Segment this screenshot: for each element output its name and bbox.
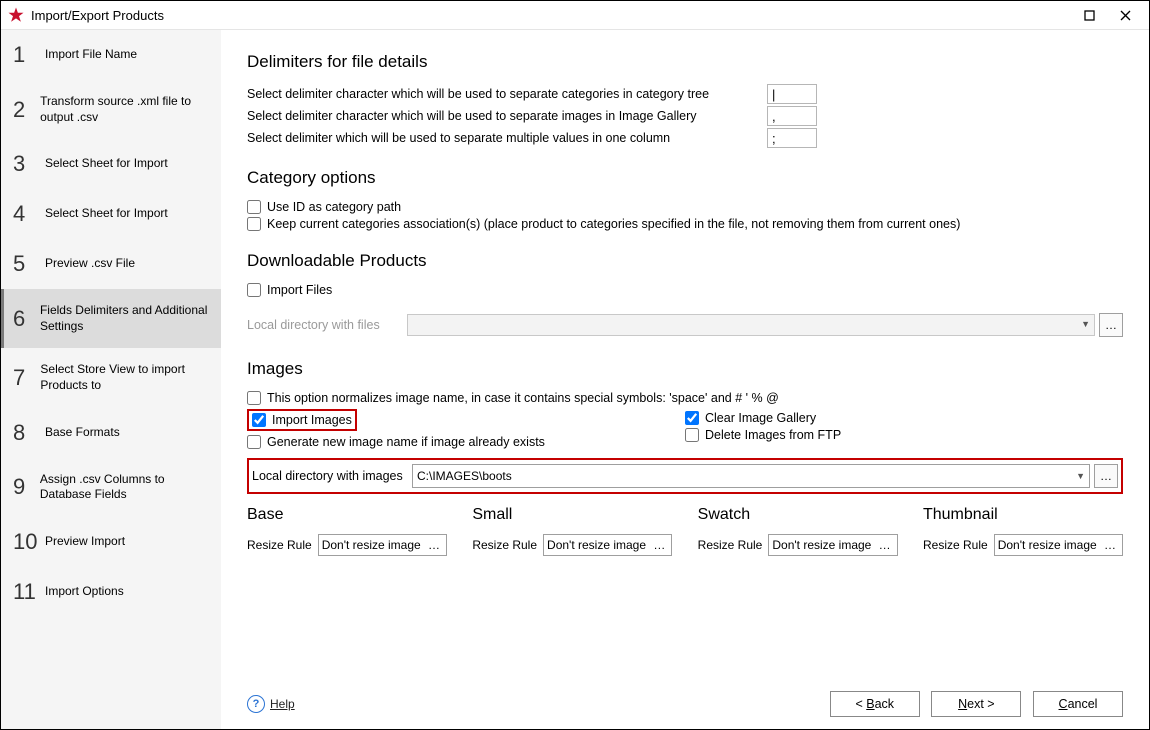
small-title: Small — [472, 506, 672, 524]
section-images-title: Images — [247, 359, 1123, 379]
normalize-checkbox[interactable] — [247, 391, 261, 405]
clear-gallery-label: Clear Image Gallery — [705, 411, 816, 425]
import-files-label: Import Files — [267, 283, 332, 297]
delim-category-input[interactable] — [767, 84, 817, 104]
title-bar: Import/Export Products — [1, 1, 1149, 30]
step-7[interactable]: 7Select Store View to import Products to — [1, 348, 221, 407]
step-3[interactable]: 3Select Sheet for Import — [1, 139, 221, 189]
swatch-resize-combo[interactable]: Don't resize image… — [768, 534, 897, 556]
delete-ftp-checkbox[interactable] — [685, 428, 699, 442]
app-icon — [7, 6, 25, 24]
help-icon: ? — [247, 695, 265, 713]
image-type-base: Base Resize Rule Don't resize image… — [247, 500, 447, 556]
wizard-steps: 1Import File Name 2Transform source .xml… — [1, 30, 221, 729]
cancel-button[interactable]: Cancel — [1033, 691, 1123, 717]
section-download-title: Downloadable Products — [247, 251, 1123, 271]
swatch-title: Swatch — [698, 506, 898, 524]
step-5[interactable]: 5Preview .csv File — [1, 239, 221, 289]
local-files-browse-button[interactable]: … — [1099, 313, 1123, 337]
image-type-small: Small Resize Rule Don't resize image… — [472, 500, 672, 556]
thumbnail-title: Thumbnail — [923, 506, 1123, 524]
step-1[interactable]: 1Import File Name — [1, 30, 221, 80]
local-images-label: Local directory with images — [252, 469, 412, 483]
thumbnail-resize-combo[interactable]: Don't resize image… — [994, 534, 1123, 556]
import-images-checkbox[interactable] — [252, 413, 266, 427]
gen-name-label: Generate new image name if image already… — [267, 435, 545, 449]
base-resize-combo[interactable]: Don't resize image… — [318, 534, 447, 556]
section-category-title: Category options — [247, 168, 1123, 188]
back-button[interactable]: < Back — [830, 691, 920, 717]
row-delim-multi: Select delimiter which will be used to s… — [247, 128, 1123, 148]
keep-assoc-checkbox[interactable] — [247, 217, 261, 231]
image-type-swatch: Swatch Resize Rule Don't resize image… — [698, 500, 898, 556]
delim-multi-label: Select delimiter which will be used to s… — [247, 131, 767, 145]
delim-images-label: Select delimiter character which will be… — [247, 109, 767, 123]
small-resize-combo[interactable]: Don't resize image… — [543, 534, 672, 556]
step-10[interactable]: 10Preview Import — [1, 517, 221, 567]
delim-images-input[interactable] — [767, 106, 817, 126]
clear-gallery-checkbox[interactable] — [685, 411, 699, 425]
keep-assoc-label: Keep current categories association(s) (… — [267, 217, 960, 231]
delim-category-label: Select delimiter character which will be… — [247, 87, 767, 101]
gen-name-checkbox[interactable] — [247, 435, 261, 449]
help-link[interactable]: ? Help — [247, 695, 295, 713]
maximize-button[interactable] — [1071, 1, 1107, 29]
step-8[interactable]: 8Base Formats — [1, 408, 221, 458]
import-images-label: Import Images — [272, 413, 352, 427]
normalize-label: This option normalizes image name, in ca… — [267, 391, 779, 405]
local-files-label: Local directory with files — [247, 318, 407, 332]
row-delim-images: Select delimiter character which will be… — [247, 106, 1123, 126]
step-2[interactable]: 2Transform source .xml file to output .c… — [1, 80, 221, 139]
window-title: Import/Export Products — [31, 8, 1071, 23]
local-images-browse-button[interactable]: … — [1094, 464, 1118, 488]
local-images-path-input[interactable]: C:\IMAGES\boots▼ — [412, 464, 1090, 488]
delete-ftp-label: Delete Images from FTP — [705, 428, 841, 442]
use-id-checkbox[interactable] — [247, 200, 261, 214]
local-files-path-input: ▼ — [407, 314, 1095, 336]
row-delim-category: Select delimiter character which will be… — [247, 84, 1123, 104]
step-6[interactable]: 6Fields Delimiters and Additional Settin… — [1, 289, 221, 348]
base-title: Base — [247, 506, 447, 524]
use-id-label: Use ID as category path — [267, 200, 401, 214]
next-button[interactable]: Next > — [931, 691, 1021, 717]
main-panel: Delimiters for file details Select delim… — [221, 30, 1149, 729]
import-files-checkbox[interactable] — [247, 283, 261, 297]
delim-multi-input[interactable] — [767, 128, 817, 148]
step-9[interactable]: 9Assign .csv Columns to Database Fields — [1, 458, 221, 517]
section-delimiters-title: Delimiters for file details — [247, 52, 1123, 72]
close-button[interactable] — [1107, 1, 1143, 29]
step-11[interactable]: 11Import Options — [1, 567, 221, 617]
step-4[interactable]: 4Select Sheet for Import — [1, 189, 221, 239]
image-type-thumbnail: Thumbnail Resize Rule Don't resize image… — [923, 500, 1123, 556]
